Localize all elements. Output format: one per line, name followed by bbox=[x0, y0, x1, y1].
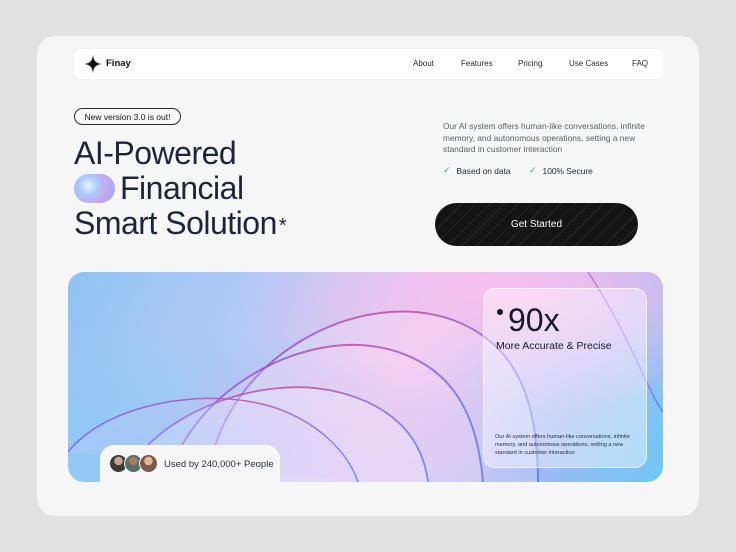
version-badge[interactable]: New version 3.0 is out! bbox=[74, 108, 181, 125]
check-label: Based on data bbox=[456, 165, 511, 176]
stat-value: 90x bbox=[508, 302, 560, 338]
headline-line-3: Smart Solution * bbox=[74, 205, 287, 246]
four-point-star-icon bbox=[84, 55, 102, 73]
headline-line-1: AI-Powered bbox=[74, 135, 237, 171]
avatar bbox=[139, 454, 158, 473]
asterisk-icon: * bbox=[278, 215, 287, 237]
get-started-button[interactable]: Get Started bbox=[435, 203, 638, 246]
gradient-pill-image bbox=[74, 174, 115, 203]
top-nav: Finay About Features Pricing Use Cases F… bbox=[74, 49, 663, 79]
nav-link-use-cases[interactable]: Use Cases bbox=[569, 59, 608, 68]
headline-line-2: Financial bbox=[120, 170, 244, 206]
users-count-label: Used by 240,000+ People bbox=[164, 459, 274, 470]
nav-link-features[interactable]: Features bbox=[461, 59, 493, 68]
stat-subtitle: More Accurate & Precise bbox=[496, 340, 612, 352]
brand-name[interactable]: Finay bbox=[106, 58, 131, 69]
check-icon: ✓ bbox=[443, 165, 451, 175]
nav-link-pricing[interactable]: Pricing bbox=[518, 59, 542, 68]
bullet-dot bbox=[497, 309, 503, 315]
check-item-data: ✓ Based on data bbox=[443, 165, 511, 176]
headline-line-3-text: Smart Solution bbox=[74, 205, 277, 241]
nav-link-about[interactable]: About bbox=[413, 59, 434, 68]
check-label: 100% Secure bbox=[542, 165, 593, 176]
nav-link-faq[interactable]: FAQ bbox=[632, 59, 648, 68]
check-item-secure: ✓ 100% Secure bbox=[529, 165, 593, 176]
hero-description: Our AI system offers human-like conversa… bbox=[443, 121, 645, 154]
stat-description: Our AI system offers human-like conversa… bbox=[495, 434, 630, 457]
check-icon: ✓ bbox=[529, 165, 537, 175]
